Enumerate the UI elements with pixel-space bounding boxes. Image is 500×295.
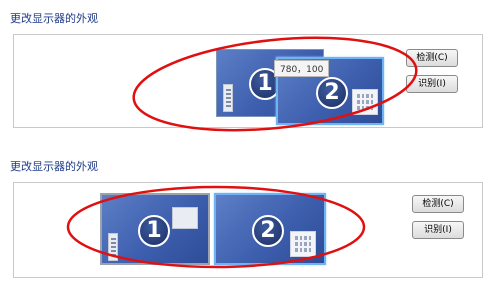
- top-display-panel: 1 2 780，100 检测(C) 识别(I): [13, 34, 483, 128]
- identify-button[interactable]: 识别(I): [406, 75, 458, 93]
- top-heading: 更改显示器的外观: [10, 12, 98, 25]
- taskbar-icon: [223, 84, 233, 112]
- detect-button[interactable]: 检测(C): [406, 49, 458, 67]
- window-icon: [172, 207, 198, 229]
- bottom-display-panel: 1 2 检测(C) 识别(I): [13, 182, 483, 278]
- identify-button[interactable]: 识别(I): [412, 221, 464, 239]
- bottom-monitor-1[interactable]: 1: [100, 193, 210, 265]
- bottom-monitor-2[interactable]: 2: [214, 193, 326, 265]
- position-tooltip: 780，100: [274, 60, 330, 77]
- app-grid-icon: [290, 231, 316, 257]
- detect-button[interactable]: 检测(C): [412, 195, 464, 213]
- monitor-1-number-badge: 1: [138, 215, 170, 247]
- taskbar-icon: [108, 233, 118, 261]
- app-grid-icon: [352, 89, 378, 115]
- bottom-heading: 更改显示器的外观: [10, 160, 98, 173]
- monitor-2-number-badge: 2: [316, 77, 348, 109]
- monitor-2-number-badge: 2: [252, 215, 284, 247]
